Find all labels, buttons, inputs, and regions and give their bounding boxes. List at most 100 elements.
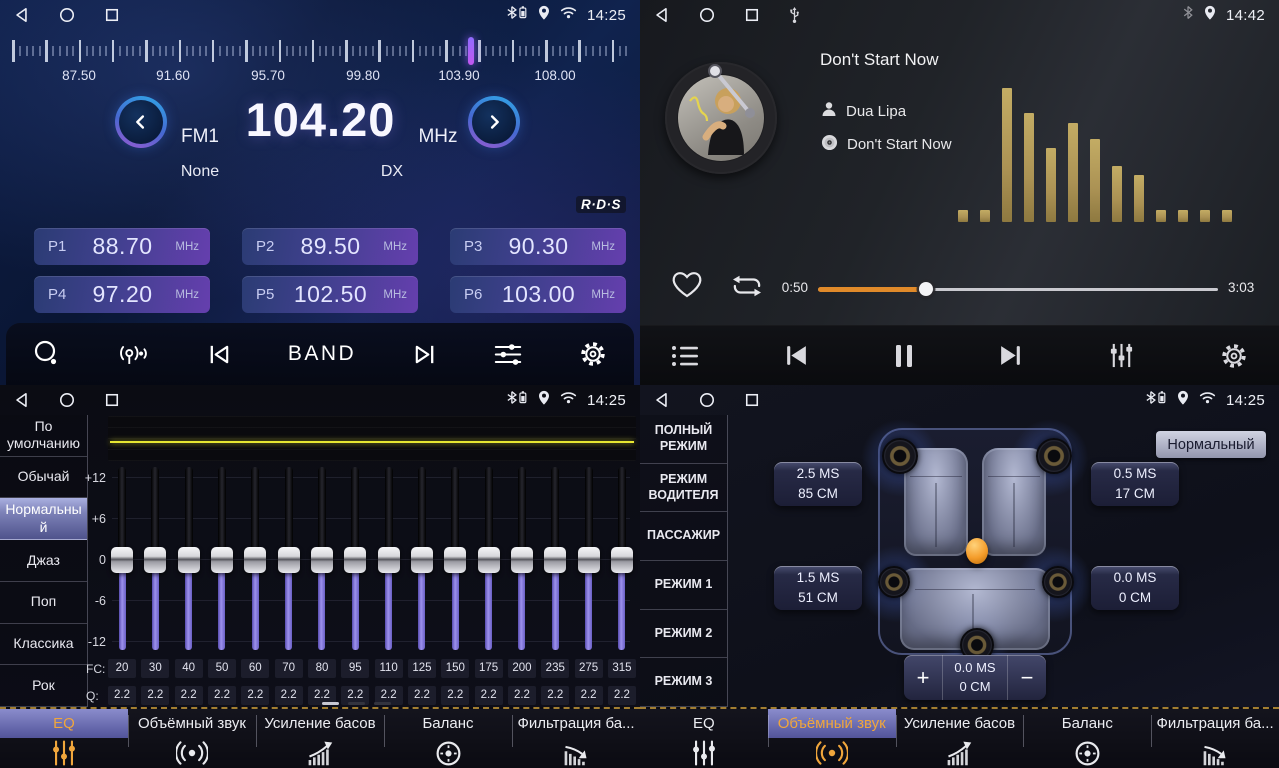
eq-slider-handle[interactable] [378, 547, 400, 573]
listening-position-marker[interactable] [966, 538, 988, 564]
tab-eq-sliders[interactable]: EQ [0, 709, 128, 768]
front-left-delay-button[interactable]: 2.5 MS 85 CM [774, 462, 862, 506]
eq-slider-handle[interactable] [144, 547, 166, 573]
eq-slider-handle[interactable] [611, 547, 633, 573]
tuner-dial[interactable]: 87.50 91.60 95.70 99.80 103.90 108.00 [12, 36, 628, 88]
eq-gain-slider[interactable] [478, 465, 500, 655]
tab-surround-sound[interactable]: Объёмный звук [128, 709, 256, 768]
stage-preset-button[interactable]: Нормальный [1156, 431, 1266, 458]
eq-gain-slider[interactable] [244, 465, 266, 655]
nav-back-icon[interactable] [654, 7, 669, 23]
eq-slider-handle[interactable] [311, 547, 333, 573]
eq-gain-slider[interactable] [311, 465, 333, 655]
pause-icon[interactable] [893, 343, 915, 369]
eq-gain-slider[interactable] [344, 465, 366, 655]
eq-slider-handle[interactable] [178, 547, 200, 573]
stage-mode-item-4[interactable]: РЕЖИМ 2 [640, 610, 727, 659]
nav-home-icon[interactable] [699, 7, 715, 23]
tab-subsonic-filter[interactable]: Фильтрация ба... [512, 709, 640, 768]
tab-eq-sliders[interactable]: EQ [640, 709, 768, 768]
eq-settings-icon[interactable] [493, 341, 523, 368]
eq-gain-slider[interactable] [578, 465, 600, 655]
tune-up-button[interactable] [468, 96, 520, 148]
settings-gear-icon[interactable] [578, 339, 608, 369]
tab-bass-boost[interactable]: Усиление басов [896, 709, 1024, 768]
seek-bar[interactable] [818, 281, 1218, 297]
delay-increase-button[interactable]: + [904, 655, 943, 700]
search-stations-icon[interactable] [32, 339, 62, 369]
tab-subsonic-filter[interactable]: Фильтрация ба... [1151, 709, 1279, 768]
rear-right-delay-button[interactable]: 0.0 MS 0 CM [1091, 566, 1179, 610]
eq-slider-handle[interactable] [278, 547, 300, 573]
eq-band-175hz: 1752.2 [475, 465, 503, 705]
nav-back-icon[interactable] [654, 392, 669, 408]
nav-home-icon[interactable] [59, 7, 75, 23]
eq-slider-handle[interactable] [578, 547, 600, 573]
settings-gear-icon[interactable] [1219, 341, 1249, 371]
playlist-icon[interactable] [670, 343, 700, 369]
tuner-tick [572, 46, 574, 56]
seek-thumb[interactable] [919, 282, 933, 296]
stage-mode-item-2[interactable]: ПАССАЖИР [640, 512, 727, 561]
stage-mode-item-0[interactable]: ПОЛНЫЙ РЕЖИМ [640, 415, 727, 464]
previous-track-icon[interactable] [783, 343, 810, 368]
eq-slider-handle[interactable] [511, 547, 533, 573]
eq-slider-handle[interactable] [211, 547, 233, 573]
eq-slider-handle[interactable] [444, 547, 466, 573]
eq-gain-slider[interactable] [611, 465, 633, 655]
eq-slider-handle[interactable] [111, 547, 133, 573]
eq-gain-slider[interactable] [144, 465, 166, 655]
eq-slider-handle[interactable] [544, 547, 566, 573]
preset-button-p1[interactable]: P188.70MHz [34, 228, 210, 265]
tab-balance[interactable]: Баланс [384, 709, 512, 768]
slider-rail-lower [152, 560, 159, 650]
preset-button-p3[interactable]: P390.30MHz [450, 228, 626, 265]
preset-button-p4[interactable]: P497.20MHz [34, 276, 210, 313]
eq-gain-slider[interactable] [411, 465, 433, 655]
tab-balance[interactable]: Баланс [1023, 709, 1151, 768]
eq-gain-slider[interactable] [178, 465, 200, 655]
eq-gain-slider[interactable] [278, 465, 300, 655]
eq-slider-handle[interactable] [411, 547, 433, 573]
stage-mode-item-3[interactable]: РЕЖИМ 1 [640, 561, 727, 610]
nav-back-icon[interactable] [14, 392, 29, 408]
nav-home-icon[interactable] [59, 392, 75, 408]
eq-gain-slider[interactable] [211, 465, 233, 655]
next-track-icon[interactable] [997, 343, 1024, 368]
tab-bass-boost[interactable]: Усиление басов [256, 709, 384, 768]
preset-button-p2[interactable]: P289.50MHz [242, 228, 418, 265]
nav-recents-icon[interactable] [745, 393, 759, 407]
eq-slider-handle[interactable] [244, 547, 266, 573]
wifi-icon [560, 391, 577, 409]
eq-gain-slider[interactable] [111, 465, 133, 655]
eq-gain-slider[interactable] [378, 465, 400, 655]
nav-recents-icon[interactable] [105, 8, 119, 22]
eq-preset-item-6[interactable]: Рок [0, 665, 87, 707]
seek-previous-icon[interactable] [206, 342, 233, 367]
nav-recents-icon[interactable] [745, 8, 759, 22]
rear-left-delay-button[interactable]: 1.5 MS 51 CM [774, 566, 862, 610]
preset-button-p6[interactable]: P6103.00MHz [450, 276, 626, 313]
eq-gain-slider[interactable] [544, 465, 566, 655]
tune-down-button[interactable] [115, 96, 167, 148]
seek-next-icon[interactable] [411, 342, 438, 367]
nav-home-icon[interactable] [699, 392, 715, 408]
front-right-delay-button[interactable]: 0.5 MS 17 CM [1091, 462, 1179, 506]
eq-gain-slider[interactable] [511, 465, 533, 655]
tab-surround-sound[interactable]: Объёмный звук [768, 709, 896, 768]
band-button[interactable]: BAND [288, 342, 356, 366]
eq-preset-item-0[interactable]: По умолчанию [0, 415, 87, 457]
nav-recents-icon[interactable] [105, 393, 119, 407]
preset-button-p5[interactable]: P5102.50MHz [242, 276, 418, 313]
equalizer-shortcut-icon[interactable] [1107, 342, 1136, 369]
nav-back-icon[interactable] [14, 7, 29, 23]
favorite-button[interactable] [669, 268, 705, 305]
stage-mode-item-1[interactable]: РЕЖИМ ВОДИТЕЛЯ [640, 464, 727, 513]
stage-mode-item-5[interactable]: РЕЖИМ 3 [640, 658, 727, 707]
eq-gain-slider[interactable] [444, 465, 466, 655]
delay-decrease-button[interactable]: − [1007, 655, 1046, 700]
eq-slider-handle[interactable] [344, 547, 366, 573]
bluetooth-battery-icon [1145, 390, 1167, 410]
broadcast-scan-icon[interactable] [117, 341, 151, 368]
eq-slider-handle[interactable] [478, 547, 500, 573]
